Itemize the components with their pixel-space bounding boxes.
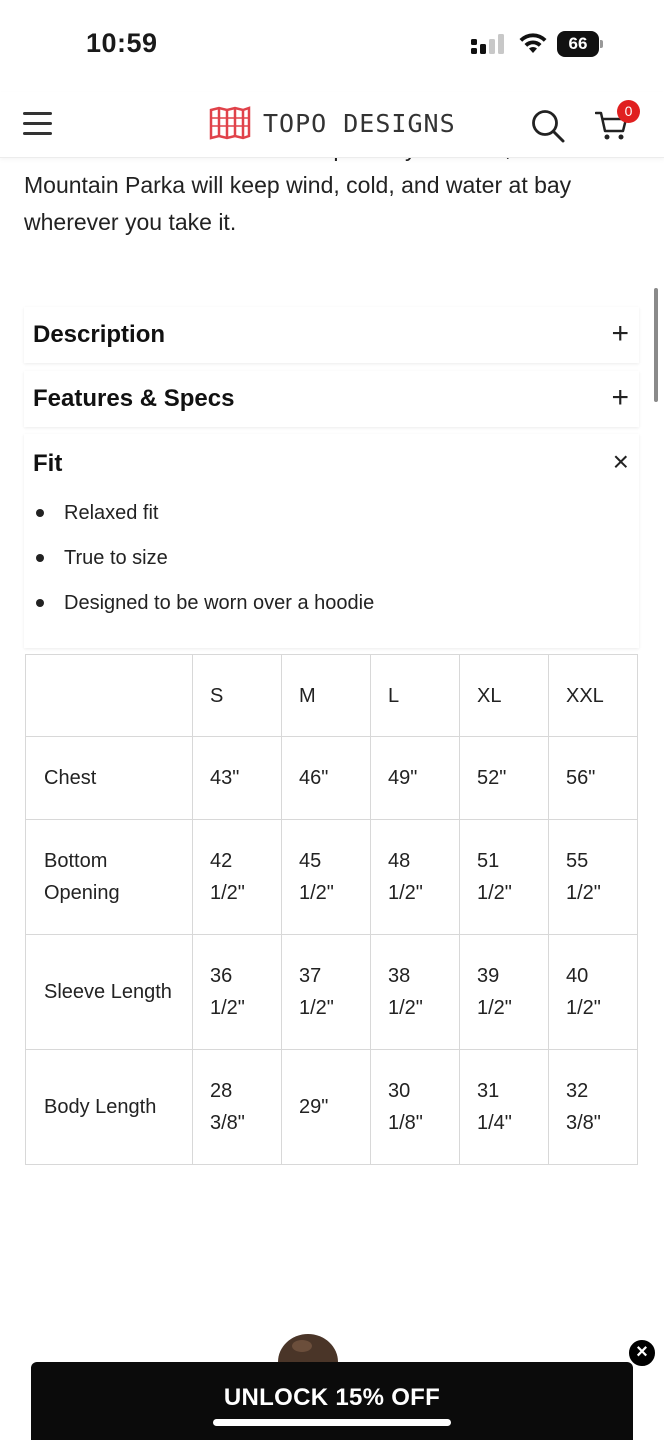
table-cell: 38 1/2" [370,934,460,1050]
table-cell: 56" [548,736,638,820]
row-label: Chest [25,736,193,820]
table-cell: 52" [459,736,549,820]
status-bar: 10:59 66 [0,0,664,92]
brand-name: TOPO DESIGNS [263,108,456,138]
cellular-signal-icon [471,34,504,54]
list-item: Relaxed fit [35,500,374,545]
table-header-cell: M [281,654,371,737]
expand-icon[interactable]: + [611,319,629,349]
table-cell: 30 1/8" [370,1049,460,1165]
expand-icon[interactable]: + [611,383,629,413]
list-item: Designed to be worn over a hoodie [35,590,374,635]
row-label: Body Length [25,1049,193,1165]
search-icon[interactable] [530,108,566,144]
table-header-row: S M L XL XXL [25,654,638,737]
table-cell: 39 1/2" [459,934,549,1050]
fit-list: Relaxed fit True to size Designed to be … [35,500,374,635]
table-row: Sleeve Length 36 1/2" 37 1/2" 38 1/2" 39… [25,934,638,1050]
table-row: Body Length 28 3/8" 29" 30 1/8" 31 1/4" … [25,1049,638,1165]
table-row: Bottom Opening 42 1/2" 45 1/2" 48 1/2" 5… [25,819,638,935]
table-cell: 40 1/2" [548,934,638,1050]
table-header-cell: S [192,654,282,737]
table-cell: 55 1/2" [548,819,638,935]
scrollbar-thumb[interactable] [654,288,658,402]
table-header-cell: L [370,654,460,737]
table-cell: 29" [281,1049,371,1165]
site-header: TOPO DESIGNS [0,92,664,158]
accordion-description-title: Description [33,321,166,348]
collapse-icon[interactable]: × [613,448,629,476]
table-cell: 45 1/2" [281,819,371,935]
promo-label: UNLOCK 15% OFF [223,1384,441,1411]
table-header-cell: XXL [548,654,638,737]
table-cell: 32 3/8" [548,1049,638,1165]
table-cell: 36 1/2" [192,934,282,1050]
table-header-cell [25,654,193,737]
accordion-features-title: Features & Specs [33,385,235,412]
map-logo-icon [209,106,251,140]
table-cell: 43" [192,736,282,820]
row-label: Sleeve Length [25,934,193,1050]
status-time: 10:59 [86,28,158,58]
table-cell: 49" [370,736,460,820]
table-cell: 31 1/4" [459,1049,549,1165]
table-header-cell: XL [459,654,549,737]
table-cell: 28 3/8" [192,1049,282,1165]
promo-banner[interactable]: UNLOCK 15% OFF [31,1362,633,1440]
list-item: True to size [35,545,374,590]
close-icon[interactable]: × [627,1338,657,1368]
table-cell: 42 1/2" [192,819,282,935]
table-cell: 48 1/2" [370,819,460,935]
table-cell: 51 1/2" [459,819,549,935]
row-label: Bottom Opening [25,819,193,935]
wifi-icon [519,33,547,53]
hamburger-menu-icon[interactable] [23,112,52,136]
accordion-features-specs[interactable]: Features & Specs + [24,371,639,427]
table-row: Chest 43" 46" 49" 52" 56" [25,736,638,820]
battery-level: 66 [557,31,599,57]
size-chart-table: S M L XL XXL Chest 43" 46" 49" 52" 56" B… [25,654,638,1165]
accordion-description[interactable]: Description + [24,307,639,363]
accordion-fit-title: Fit [33,450,63,477]
battery-icon: 66 [557,31,603,57]
table-cell: 46" [281,736,371,820]
brand-logo[interactable]: TOPO DESIGNS [209,106,456,140]
table-cell: 37 1/2" [281,934,371,1050]
home-indicator [213,1419,451,1426]
cart-count-badge: 0 [617,100,640,123]
